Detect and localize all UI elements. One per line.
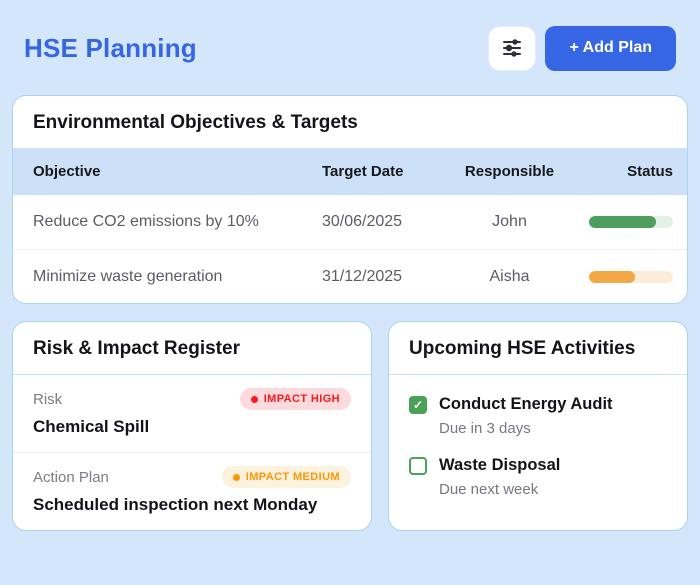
activity-label: Conduct Energy Audit xyxy=(439,395,613,414)
activity-due: Due next week xyxy=(439,481,667,498)
activity-item: Waste Disposal Due next week xyxy=(409,456,667,498)
badge-dot xyxy=(233,474,240,481)
target-date-cell: 30/06/2025 xyxy=(322,213,442,231)
status-cell xyxy=(577,216,687,228)
topbar-actions: + Add Plan xyxy=(488,26,676,71)
progress-bar-track xyxy=(589,216,673,228)
risk-label: Risk xyxy=(33,391,62,408)
target-date-cell: 31/12/2025 xyxy=(322,268,442,286)
activities-card-title: Upcoming HSE Activities xyxy=(389,322,687,375)
activities-card: Upcoming HSE Activities Conduct Energy A… xyxy=(388,321,688,531)
activity-label: Waste Disposal xyxy=(439,456,560,475)
objectives-card-title: Environmental Objectives & Targets xyxy=(13,96,687,148)
impact-medium-badge: IMPACT MEDIUM xyxy=(222,466,351,488)
add-plan-button[interactable]: + Add Plan xyxy=(545,26,676,71)
activity-item: Conduct Energy Audit Due in 3 days xyxy=(409,395,667,437)
objective-row: Reduce CO2 emissions by 10% 30/06/2025 J… xyxy=(13,195,687,249)
column-header-objective: Objective xyxy=(13,163,322,180)
page-title: HSE Planning xyxy=(24,33,197,64)
risk-register-card: Risk & Impact Register Risk IMPACT HIGH … xyxy=(12,321,372,531)
objective-row: Minimize waste generation 31/12/2025 Ais… xyxy=(13,249,687,303)
objectives-card: Environmental Objectives & Targets Objec… xyxy=(12,95,688,304)
badge-label: IMPACT MEDIUM xyxy=(246,471,340,483)
activity-row[interactable]: Waste Disposal xyxy=(409,456,667,475)
badge-label: IMPACT HIGH xyxy=(264,393,340,405)
activities-list: Conduct Energy Audit Due in 3 days Waste… xyxy=(389,375,687,514)
progress-bar-fill xyxy=(589,271,635,283)
impact-high-badge: IMPACT HIGH xyxy=(240,388,351,410)
risk-value: Chemical Spill xyxy=(33,417,351,437)
column-header-responsible: Responsible xyxy=(442,163,577,180)
bottom-cards: Risk & Impact Register Risk IMPACT HIGH … xyxy=(12,321,688,531)
column-header-target-date: Target Date xyxy=(322,163,442,180)
action-plan-section: Action Plan IMPACT MEDIUM Scheduled insp… xyxy=(13,452,371,530)
filter-button[interactable] xyxy=(488,26,536,71)
activity-row[interactable]: Conduct Energy Audit xyxy=(409,395,667,414)
progress-bar-fill xyxy=(589,216,656,228)
sliders-icon xyxy=(500,36,524,60)
top-bar: HSE Planning + Add Plan xyxy=(24,25,676,71)
activity-checkbox[interactable] xyxy=(409,457,427,475)
badge-dot xyxy=(251,396,258,403)
progress-bar-track xyxy=(589,271,673,283)
status-cell xyxy=(577,271,687,283)
column-header-status: Status xyxy=(577,163,687,180)
activity-due: Due in 3 days xyxy=(439,420,667,437)
risk-card-title: Risk & Impact Register xyxy=(13,322,371,375)
objective-cell: Minimize waste generation xyxy=(13,268,322,286)
action-plan-label: Action Plan xyxy=(33,469,109,486)
action-plan-value: Scheduled inspection next Monday xyxy=(33,495,351,515)
risk-section: Risk IMPACT HIGH Chemical Spill xyxy=(13,375,371,452)
objective-cell: Reduce CO2 emissions by 10% xyxy=(13,213,322,231)
responsible-cell: Aisha xyxy=(442,268,577,286)
responsible-cell: John xyxy=(442,213,577,231)
activity-checkbox[interactable] xyxy=(409,396,427,414)
objectives-table-header: Objective Target Date Responsible Status xyxy=(13,148,687,195)
